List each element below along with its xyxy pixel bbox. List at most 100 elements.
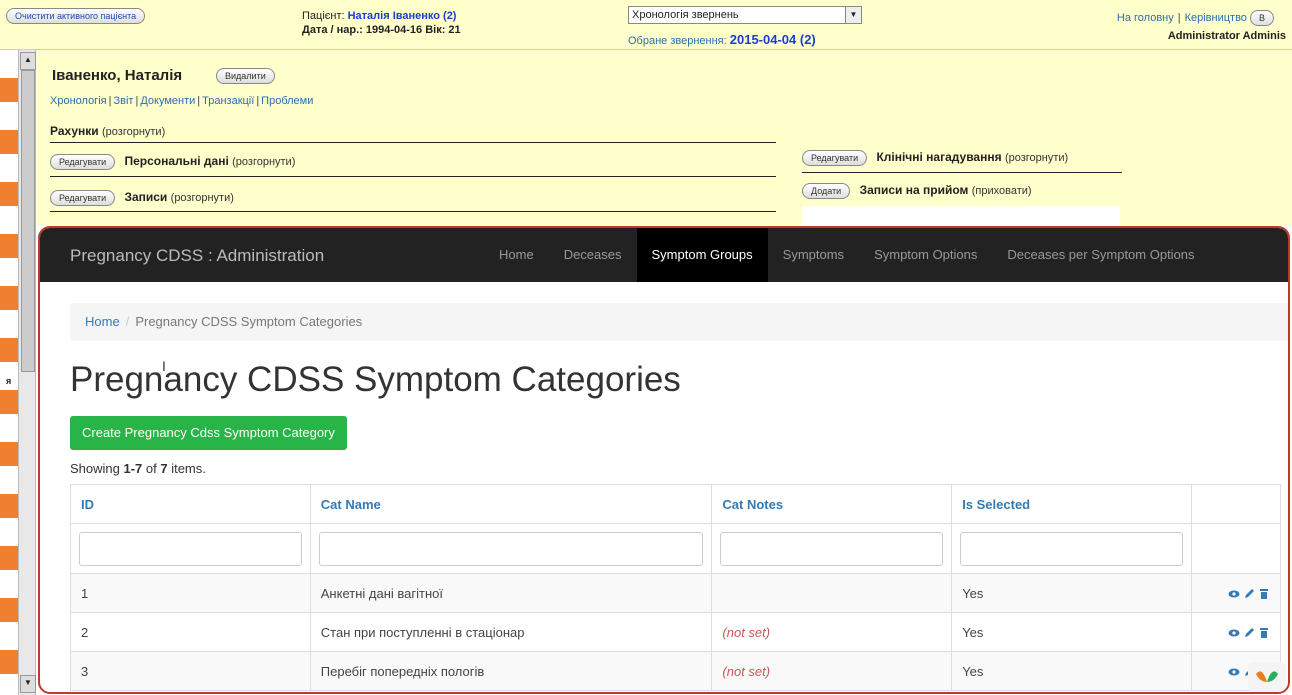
add-appointment-button[interactable]: Додати <box>802 183 851 199</box>
admin-panel: Pregnancy CDSS : Administration Home Dece… <box>38 226 1290 694</box>
summary-prefix: Showing <box>70 461 124 476</box>
cell-is-selected: Yes <box>951 612 1192 652</box>
filter-cat-name-input[interactable] <box>318 531 704 566</box>
filter-cell <box>309 523 713 574</box>
tab-transactions[interactable]: Транзакції <box>202 95 254 107</box>
column-cat-notes[interactable]: Cat Notes <box>711 484 953 524</box>
accounts-toggle[interactable]: (розгорнути) <box>102 126 165 138</box>
view-eye-icon[interactable] <box>1228 627 1240 639</box>
user-name: Administrator Adminis <box>1167 30 1286 42</box>
filter-cell <box>711 523 953 574</box>
guide-link[interactable]: Керівництво <box>1185 12 1247 24</box>
filter-cell <box>1191 523 1281 574</box>
view-eye-icon[interactable] <box>1228 588 1240 600</box>
clear-patient-button[interactable]: Очистити активного пацієнта <box>6 8 146 24</box>
tab-documents[interactable]: Документи <box>140 95 195 107</box>
tab-history[interactable]: Хронологія <box>50 95 107 107</box>
appointments-section: Додати Записи на прийом (приховати) <box>802 183 1032 199</box>
nav-deceases-per-symptom-options[interactable]: Deceases per Symptom Options <box>992 228 1209 282</box>
cell-id: 2 <box>70 612 311 652</box>
cell-cat-notes: (not set) <box>711 651 953 691</box>
divider <box>50 211 776 212</box>
summary-suffix: items. <box>167 461 206 476</box>
cell-id: 1 <box>70 573 311 613</box>
personal-toggle[interactable]: (розгорнути) <box>232 156 295 168</box>
leaf-logo-icon <box>1248 662 1286 692</box>
view-eye-icon[interactable] <box>1228 666 1240 678</box>
nav-home[interactable]: Home <box>484 228 549 282</box>
filter-cell <box>951 523 1192 574</box>
scroll-thumb[interactable] <box>21 70 35 372</box>
nav-symptom-options[interactable]: Symptom Options <box>859 228 992 282</box>
patient-topbar: Очистити активного пацієнта Пацієнт: Нат… <box>0 0 1292 50</box>
edit-pencil-icon[interactable] <box>1243 588 1255 600</box>
grid-summary: Showing 1-7 of 7 items. <box>70 461 206 476</box>
reminders-toggle[interactable]: (розгорнути) <box>1005 152 1068 164</box>
personal-section: Редагувати Персональні дані (розгорнути) <box>50 154 295 170</box>
delete-patient-button[interactable]: Видалити <box>216 68 275 84</box>
edit-pencil-icon[interactable] <box>1243 627 1255 639</box>
records-toggle[interactable]: (розгорнути) <box>171 192 234 204</box>
delete-trash-icon[interactable] <box>1258 627 1270 639</box>
filter-cell <box>70 523 311 574</box>
filter-is-selected-input[interactable] <box>960 531 1183 566</box>
selected-encounter-link[interactable]: 2015-04-04 (2) <box>730 32 816 47</box>
table-header-row: ID Cat Name Cat Notes Is Selected <box>70 484 1281 524</box>
column-id[interactable]: ID <box>70 484 311 524</box>
edit-reminders-button[interactable]: Редагувати <box>802 150 868 166</box>
edit-records-button[interactable]: Редагувати <box>50 190 116 206</box>
cell-cat-name: Анкетні дані вагітної <box>309 573 713 613</box>
table-body: 1 Анкетні дані вагітної Yes 2 Стан при посту… <box>70 573 1281 691</box>
summary-mid: of <box>142 461 161 476</box>
nav-symptoms[interactable]: Symptoms <box>768 228 859 282</box>
text-cursor-icon: I <box>162 358 166 374</box>
table-row: 3 Перебіг попередніх пологів (not set) Yes <box>70 651 1281 691</box>
edit-personal-button[interactable]: Редагувати <box>50 154 116 170</box>
appointments-toggle[interactable]: (приховати) <box>972 185 1032 197</box>
delete-trash-icon[interactable] <box>1258 588 1270 600</box>
left-frame-strip: я <box>0 50 18 695</box>
column-is-selected[interactable]: Is Selected <box>951 484 1192 524</box>
nav-symptom-groups[interactable]: Symptom Groups <box>636 228 768 282</box>
scroll-up-icon[interactable]: ▲ <box>20 52 36 70</box>
categories-table: ID Cat Name Cat Notes Is Selected 1 Анкет… <box>70 484 1281 691</box>
reminders-section: Редагувати Клінічні нагадування (розгорн… <box>802 150 1068 166</box>
navbar: Pregnancy CDSS : Administration Home Dece… <box>40 228 1288 282</box>
create-category-button[interactable]: Create Pregnancy Cdss Symptom Category <box>70 416 347 450</box>
filter-cat-notes-input[interactable] <box>720 531 944 566</box>
column-actions <box>1191 484 1281 524</box>
chevron-down-icon[interactable]: ▼ <box>845 7 861 23</box>
scroll-down-icon[interactable]: ▼ <box>20 675 36 693</box>
cell-cat-name: Перебіг попередніх пологів <box>309 651 713 691</box>
patient-label: Пацієнт: <box>302 10 348 22</box>
home-link[interactable]: На головну <box>1117 12 1174 24</box>
tab-report[interactable]: Звіт <box>113 95 133 107</box>
encounter-select[interactable]: Хронологія звернень ▼ <box>628 6 862 24</box>
brand-link[interactable]: Pregnancy CDSS : Administration <box>70 246 324 266</box>
cell-is-selected: Yes <box>951 651 1192 691</box>
divider <box>50 142 776 143</box>
tab-problems[interactable]: Проблеми <box>261 95 313 107</box>
breadcrumb-separator: / <box>125 314 130 329</box>
filter-id-input[interactable] <box>79 531 302 566</box>
patient-summary: Іваненко, Наталія Видалити Хронологія | Зв… <box>36 50 1292 225</box>
table-row: 1 Анкетні дані вагітної Yes <box>70 573 1281 613</box>
table-row: 2 Стан при поступленні в стаціонар (not se… <box>70 612 1281 652</box>
records-section: Редагувати Записи (розгорнути) <box>50 190 234 206</box>
column-cat-name[interactable]: Cat Name <box>309 484 713 524</box>
selected-encounter: Обране звернення: 2015-04-04 (2) <box>628 32 816 47</box>
logout-button[interactable]: В <box>1249 10 1274 26</box>
filter-row <box>70 523 1281 574</box>
patient-name-link[interactable]: Наталія Іваненко (2) <box>348 10 457 22</box>
patient-info: Пацієнт: Наталія Іваненко (2) Дата / нар… <box>302 9 461 37</box>
frame-scrollbar[interactable]: ▲ ▼ <box>18 50 36 695</box>
breadcrumb-home[interactable]: Home <box>85 314 120 329</box>
breadcrumb: Home / Pregnancy CDSS Symptom Categories <box>70 303 1288 341</box>
divider <box>802 172 1122 173</box>
patient-title: Іваненко, Наталія <box>52 67 183 84</box>
breadcrumb-current: Pregnancy CDSS Symptom Categories <box>135 314 363 329</box>
cell-cat-notes: (not set) <box>711 612 953 652</box>
encounter-select-value: Хронологія звернень <box>632 9 739 21</box>
nav-deceases[interactable]: Deceases <box>549 228 637 282</box>
row-actions <box>1191 612 1281 652</box>
